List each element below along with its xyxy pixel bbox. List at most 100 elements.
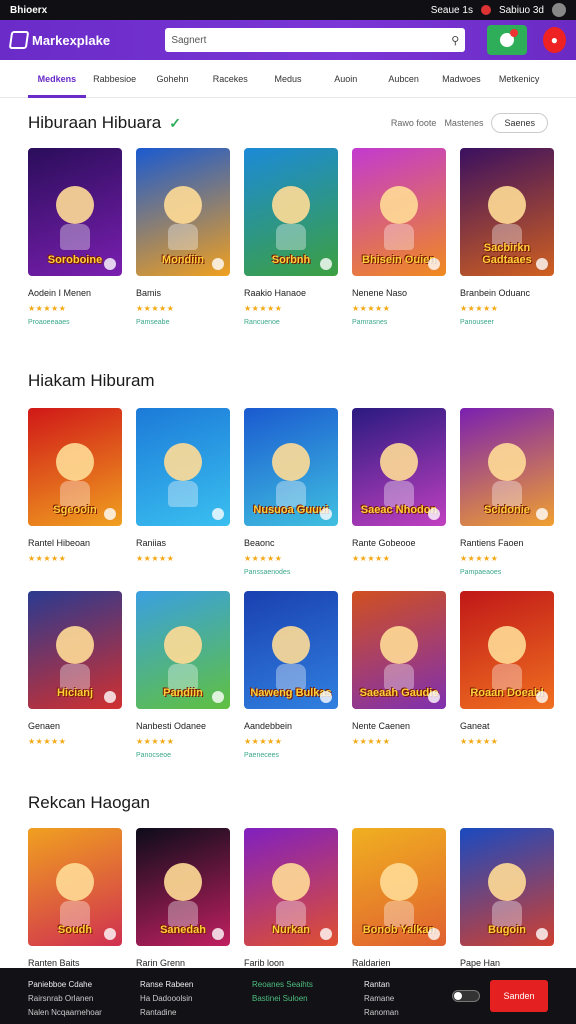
avatar[interactable] xyxy=(552,3,566,17)
play-icon[interactable] xyxy=(536,691,548,703)
game-card[interactable]: Saeaah Gaudie Nente Caenen ★★★★★ xyxy=(352,591,446,762)
game-thumbnail[interactable]: Soudh xyxy=(28,828,122,946)
game-thumbnail[interactable]: Nusuoa Guuui xyxy=(244,408,338,526)
footer-link[interactable]: Ha Dadooolsin xyxy=(140,992,252,1006)
game-card[interactable]: Sacbirkn Gadtaaes Branbein Oduanc ★★★★★ Pan… xyxy=(460,148,554,329)
game-thumbnail[interactable]: Sanedah xyxy=(136,828,230,946)
footer-link[interactable]: Rantadine xyxy=(140,1006,252,1020)
game-thumbnail[interactable]: Nurkan xyxy=(244,828,338,946)
search-icon[interactable]: ⚲ xyxy=(451,34,459,47)
thumbnail-title: Pandiin xyxy=(163,686,203,699)
play-icon[interactable] xyxy=(104,691,116,703)
footer-link[interactable]: Paniebboe Cdahe xyxy=(28,978,140,992)
footer-link[interactable]: Nalen Ncqaarnehoar xyxy=(28,1006,140,1020)
footer-link[interactable]: Rantan xyxy=(364,978,408,992)
game-name: Nanbesti Odanee xyxy=(136,721,207,731)
game-thumbnail[interactable]: Soroboine xyxy=(28,148,122,276)
game-card[interactable]: Hicianj Genaen ★★★★★ xyxy=(28,591,122,762)
game-name: Nente Caenen xyxy=(352,721,411,731)
tab-4[interactable]: Medus xyxy=(259,60,317,98)
game-thumbnail[interactable]: Naweng Bulkas xyxy=(244,591,338,709)
tab-8[interactable]: Metkenicy xyxy=(490,60,548,98)
game-card[interactable]: Saeac Nhodon Rante Gobeooe ★★★★★ xyxy=(352,408,446,579)
tab-3[interactable]: Racekes xyxy=(201,60,259,98)
play-icon[interactable] xyxy=(428,258,440,270)
play-icon[interactable] xyxy=(212,258,224,270)
game-card[interactable]: Scidonie Rantiens Faoen ★★★★★ Pampaeaoes xyxy=(460,408,554,579)
status-bar: Bhioerx Seaue 1s Sabiuo 3d xyxy=(0,0,576,20)
tab-2[interactable]: Gohehn xyxy=(144,60,202,98)
play-icon[interactable] xyxy=(104,928,116,940)
game-card[interactable]: Soroboine Aodein I Menen ★★★★★ Proaoeeaaes xyxy=(28,148,122,329)
thumbnail-title: Roaan Doeabl xyxy=(470,686,544,699)
play-icon[interactable] xyxy=(320,691,332,703)
game-card[interactable]: Naweng Bulkas Aandebbein ★★★★★ Paenecees xyxy=(244,591,338,762)
game-card[interactable]: Bhisein Ouien Nenene Naso ★★★★★ Pamrasnes xyxy=(352,148,446,329)
search-input[interactable]: Sagnert ⚲ xyxy=(165,28,466,52)
character-art xyxy=(488,863,526,928)
play-icon[interactable] xyxy=(536,258,548,270)
play-icon[interactable] xyxy=(212,691,224,703)
see-more-button[interactable]: Saenes xyxy=(491,113,548,133)
footer-link[interactable]: Reoanes Seaihts xyxy=(252,978,364,992)
game-thumbnail[interactable]: Bugoin xyxy=(460,828,554,946)
character-art xyxy=(56,626,94,691)
game-thumbnail[interactable]: Saeaah Gaudie xyxy=(352,591,446,709)
game-card[interactable]: NurkanFarib loon★★★★★ xyxy=(244,828,338,983)
game-card[interactable]: SanedahRarin Grenn★★★★★ xyxy=(136,828,230,983)
game-thumbnail[interactable]: Hicianj xyxy=(28,591,122,709)
play-icon[interactable] xyxy=(212,928,224,940)
notifications-button[interactable]: ● xyxy=(542,27,566,53)
game-thumbnail[interactable]: Sacbirkn Gadtaaes xyxy=(460,148,554,276)
game-thumbnail[interactable]: Bhisein Ouien xyxy=(352,148,446,276)
tab-1[interactable]: Rabbesioe xyxy=(86,60,144,98)
footer-link[interactable]: Ramane xyxy=(364,992,408,1006)
game-thumbnail[interactable]: Bonob Yalkan xyxy=(352,828,446,946)
play-icon[interactable] xyxy=(212,508,224,520)
game-card[interactable]: Sorbnh Raakio Hanaoe ★★★★★ Rancuenoe xyxy=(244,148,338,329)
play-icon[interactable] xyxy=(320,928,332,940)
game-thumbnail[interactable]: Sorbnh xyxy=(244,148,338,276)
game-card[interactable]: Pandiin Nanbesti Odanee ★★★★★ Panocseoe xyxy=(136,591,230,762)
section-featured: Hiburaan Hibuara ✓ Rawo foote Mastenes S… xyxy=(0,108,576,329)
game-thumbnail[interactable]: Saeac Nhodon xyxy=(352,408,446,526)
play-icon[interactable] xyxy=(428,508,440,520)
section-link[interactable]: Mastenes xyxy=(444,118,483,128)
theme-toggle[interactable] xyxy=(452,990,480,1002)
play-icon[interactable] xyxy=(320,258,332,270)
play-icon[interactable] xyxy=(104,258,116,270)
play-icon[interactable] xyxy=(536,928,548,940)
game-thumbnail[interactable]: Sgeooin xyxy=(28,408,122,526)
game-card[interactable]: Bonob YalkanRaldarien★★★★★ xyxy=(352,828,446,983)
game-thumbnail[interactable]: Mondiin xyxy=(136,148,230,276)
play-icon[interactable] xyxy=(428,691,440,703)
chat-button[interactable] xyxy=(487,25,527,55)
footer-link[interactable]: Ranse Rabeen xyxy=(140,978,252,992)
game-thumbnail[interactable]: Pandiin xyxy=(136,591,230,709)
game-card[interactable]: SoudhRanten Baits★★★★★ xyxy=(28,828,122,983)
play-icon[interactable] xyxy=(536,508,548,520)
game-thumbnail[interactable]: Scidonie xyxy=(460,408,554,526)
game-thumbnail[interactable]: Roaan Doeabl xyxy=(460,591,554,709)
brand-logo[interactable]: Markexplake xyxy=(8,31,135,49)
section-link[interactable]: Rawo foote xyxy=(391,118,437,128)
game-card[interactable]: Raniias ★★★★★ xyxy=(136,408,230,579)
cta-button[interactable]: Sanden xyxy=(490,980,548,1012)
game-card[interactable]: Sgeooin Rantel Hibeoan ★★★★★ xyxy=(28,408,122,579)
tab-0[interactable]: Medkens xyxy=(28,60,86,98)
tab-7[interactable]: Madwoes xyxy=(432,60,490,98)
footer-link[interactable]: Bastinei Suloen xyxy=(252,992,364,1006)
play-icon[interactable] xyxy=(320,508,332,520)
game-thumbnail[interactable] xyxy=(136,408,230,526)
game-card[interactable]: Mondiin Bamis ★★★★★ Pamseabe xyxy=(136,148,230,329)
tab-6[interactable]: Aubcen xyxy=(375,60,433,98)
game-card[interactable]: BugoinPape Han★★★★★ xyxy=(460,828,554,983)
character-art xyxy=(488,186,526,251)
game-card[interactable]: Roaan Doeabl Ganeat ★★★★★ xyxy=(460,591,554,762)
play-icon[interactable] xyxy=(104,508,116,520)
tab-5[interactable]: Auoin xyxy=(317,60,375,98)
play-icon[interactable] xyxy=(428,928,440,940)
footer-link[interactable]: Ranoman xyxy=(364,1006,408,1020)
game-card[interactable]: Nusuoa Guuui Beaonc ★★★★★ Panssaenodes xyxy=(244,408,338,579)
footer-link[interactable]: Rairsnrab Orlanen xyxy=(28,992,140,1006)
